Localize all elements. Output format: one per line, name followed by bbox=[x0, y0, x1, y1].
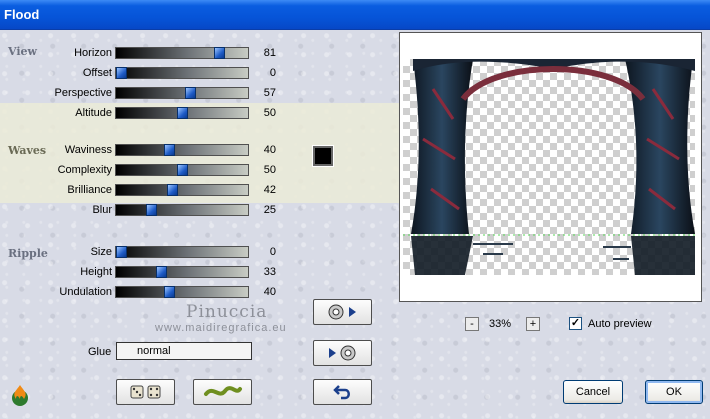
param-slider[interactable] bbox=[115, 286, 249, 298]
slider-thumb[interactable] bbox=[156, 266, 167, 278]
wave-button[interactable] bbox=[193, 379, 252, 405]
slider-thumb[interactable] bbox=[167, 184, 178, 196]
param-value: 40 bbox=[263, 144, 276, 156]
zoom-in-button[interactable]: + bbox=[526, 317, 540, 331]
slider-thumb[interactable] bbox=[146, 204, 157, 216]
param-label: Blur bbox=[92, 204, 112, 216]
ok-button[interactable]: OK bbox=[645, 380, 703, 404]
flame-logo-icon bbox=[12, 385, 28, 406]
param-label: Height bbox=[80, 266, 112, 278]
param-value: 57 bbox=[263, 87, 276, 99]
reset-button[interactable] bbox=[313, 379, 372, 405]
param-slider[interactable] bbox=[115, 204, 249, 216]
slider-thumb[interactable] bbox=[116, 246, 127, 258]
save-preset-button[interactable] bbox=[313, 299, 372, 325]
disc-arrow-right-icon bbox=[328, 304, 356, 320]
param-value: 81 bbox=[263, 47, 276, 59]
watermark-name: Pinuccia bbox=[186, 302, 268, 322]
param-row-complexity: Complexity 50 bbox=[0, 161, 290, 181]
param-slider[interactable] bbox=[115, 164, 249, 176]
param-value: 40 bbox=[263, 286, 276, 298]
wave-icon bbox=[203, 386, 242, 396]
param-row-perspective: Perspective 57 bbox=[0, 84, 290, 104]
param-label: Perspective bbox=[54, 87, 112, 99]
param-label: Brilliance bbox=[67, 184, 112, 196]
param-label: Offset bbox=[82, 67, 112, 79]
param-value: 25 bbox=[263, 204, 276, 216]
param-slider[interactable] bbox=[115, 67, 249, 79]
slider-thumb[interactable] bbox=[116, 67, 127, 79]
param-row-blur: Blur 25 bbox=[0, 201, 290, 221]
window-title: Flood bbox=[0, 0, 710, 30]
auto-preview-label: Auto preview bbox=[588, 318, 652, 330]
param-label: Size bbox=[90, 246, 112, 258]
param-slider[interactable] bbox=[115, 87, 249, 99]
glue-select[interactable]: normal bbox=[116, 342, 252, 360]
param-label: Altitude bbox=[75, 107, 112, 119]
auto-preview-checkbox[interactable]: ✓ bbox=[569, 317, 582, 330]
param-row-offset: Offset 0 bbox=[0, 64, 290, 84]
dice-icon bbox=[130, 385, 160, 399]
param-value: 42 bbox=[263, 184, 276, 196]
glue-label: Glue bbox=[88, 346, 112, 358]
param-row-altitude: Altitude 50 bbox=[0, 104, 290, 124]
preview-panel[interactable] bbox=[399, 32, 702, 302]
randomize-button[interactable] bbox=[116, 379, 175, 405]
param-slider[interactable] bbox=[115, 107, 249, 119]
param-value: 50 bbox=[263, 164, 276, 176]
param-slider[interactable] bbox=[115, 246, 249, 258]
param-row-height: Height 33 bbox=[0, 263, 290, 283]
param-value: 33 bbox=[263, 266, 276, 278]
slider-thumb[interactable] bbox=[177, 164, 188, 176]
slider-thumb[interactable] bbox=[185, 87, 196, 99]
arrow-disc-icon bbox=[328, 345, 355, 361]
param-row-waviness: Waviness 40 bbox=[0, 141, 290, 161]
wave-color-swatch[interactable] bbox=[312, 145, 334, 167]
slider-thumb[interactable] bbox=[164, 144, 175, 156]
param-value: 50 bbox=[263, 107, 276, 119]
param-label: Horizon bbox=[74, 47, 112, 59]
watermark-url: www.maidiregrafica.eu bbox=[155, 322, 287, 334]
slider-thumb[interactable] bbox=[164, 286, 175, 298]
param-value: 0 bbox=[269, 67, 276, 79]
param-label: Complexity bbox=[57, 164, 112, 176]
param-row-horizon: Horizon 81 bbox=[0, 44, 290, 64]
param-slider[interactable] bbox=[115, 144, 249, 156]
cancel-button[interactable]: Cancel bbox=[563, 380, 623, 404]
load-preset-button[interactable] bbox=[313, 340, 372, 366]
preview-image bbox=[403, 59, 695, 275]
param-slider[interactable] bbox=[115, 47, 249, 59]
slider-thumb[interactable] bbox=[214, 47, 225, 59]
undo-arrow-icon bbox=[332, 385, 350, 400]
param-row-brilliance: Brilliance 42 bbox=[0, 181, 290, 201]
param-row-size: Size 0 bbox=[0, 243, 290, 263]
param-value: 0 bbox=[269, 246, 276, 258]
param-label: Waviness bbox=[64, 144, 112, 156]
param-slider[interactable] bbox=[115, 184, 249, 196]
param-row-undulation: Undulation 40 bbox=[0, 283, 290, 303]
zoom-level: 33% bbox=[489, 318, 512, 330]
slider-thumb[interactable] bbox=[177, 107, 188, 119]
zoom-out-button[interactable]: - bbox=[465, 317, 479, 331]
param-slider[interactable] bbox=[115, 266, 249, 278]
param-label: Undulation bbox=[59, 286, 112, 298]
